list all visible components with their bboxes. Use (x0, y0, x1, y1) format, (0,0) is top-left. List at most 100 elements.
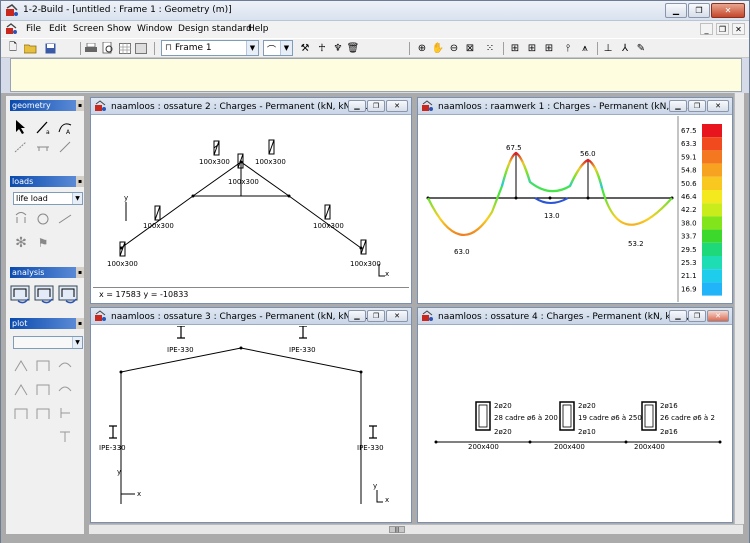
plot-stress-icon[interactable] (12, 404, 30, 422)
menu-edit[interactable]: Edit (49, 24, 66, 34)
snow-load-icon[interactable]: ✻ (12, 234, 30, 252)
moment-load-icon[interactable] (34, 210, 52, 228)
section-plot[interactable]: plot ▪ (10, 318, 84, 329)
figure2-tool-icon[interactable]: ♆ (331, 41, 345, 55)
rebar-bottom-label: 2ø16 (660, 428, 678, 436)
mdi-close-button[interactable]: ✕ (732, 23, 745, 35)
menu-show[interactable]: Show (107, 24, 131, 34)
menu-screen[interactable]: Screen (73, 24, 104, 34)
zoom-extents-icon[interactable]: ⊠ (463, 41, 477, 55)
member-tool-icon[interactable] (56, 138, 74, 156)
maximize-button[interactable]: ❐ (367, 310, 385, 322)
svg-text:a: a (46, 129, 50, 135)
result-canvas[interactable]: 67.5 56.0 13.0 63.0 53.2 67.5 63.3 59.1 54.… (420, 116, 732, 302)
table-icon[interactable] (118, 41, 132, 55)
menu-window[interactable]: Window (137, 24, 173, 34)
analysis-frame-icon[interactable] (10, 283, 32, 305)
frame-canvas-3[interactable]: IPE-330 IPE-330 IPE-330 IPE-330 y x y x (93, 326, 411, 522)
plot-shear-icon[interactable] (34, 380, 52, 398)
trash-icon[interactable]: 🗑 (346, 41, 360, 55)
node-tool-icon[interactable] (12, 138, 30, 156)
maximize-button[interactable]: ❐ (688, 100, 706, 112)
plot-section-icon[interactable] (56, 404, 74, 422)
mdi-restore-button[interactable]: ❐ (716, 23, 729, 35)
axis-y-label: y (124, 194, 128, 202)
pan-hand-icon[interactable]: ✋ (431, 41, 445, 55)
save-icon[interactable] (43, 41, 57, 55)
point-load-icon[interactable] (12, 210, 30, 228)
maximize-button[interactable]: ❐ (688, 3, 710, 18)
minimize-button[interactable]: ▁ (348, 310, 366, 322)
window-ossature-3[interactable]: naamloos : ossature 3 : Charges - Perman… (90, 307, 412, 523)
menu-design-standard[interactable]: Design standard (178, 24, 252, 34)
support-icon[interactable]: ⫯ (561, 41, 575, 55)
support-tool-icon[interactable] (34, 138, 52, 156)
view-select[interactable]: ⌒ ▼ (263, 40, 293, 56)
frame-view2-icon[interactable]: ⊞ (525, 41, 539, 55)
menu-help[interactable]: Help (248, 24, 269, 34)
close-button[interactable]: ✕ (707, 100, 729, 112)
axis3d-icon[interactable]: ⅄ (618, 41, 632, 55)
axis-icon[interactable]: ⊥ (601, 41, 615, 55)
minimize-button[interactable]: ▁ (669, 310, 687, 322)
frame-view-icon[interactable]: ⊞ (508, 41, 522, 55)
close-button[interactable]: ✕ (386, 310, 408, 322)
pencil-icon[interactable]: ✎ (634, 41, 648, 55)
section-canvas[interactable]: 2ø20 28 cadre ø6 à 200 2ø20 200x400 2ø20… (420, 326, 732, 522)
open-folder-icon[interactable] (23, 41, 37, 55)
plot-normal-icon[interactable] (12, 380, 30, 398)
snap-grid-icon[interactable]: ⁙ (483, 41, 497, 55)
plot-check-icon[interactable] (34, 404, 52, 422)
maximize-button[interactable]: ❐ (367, 100, 385, 112)
structure-tool-icon[interactable]: ⚒ (298, 41, 312, 55)
close-button[interactable]: ✕ (711, 3, 745, 18)
analysis-run-icon[interactable] (58, 283, 80, 305)
print-preview-icon[interactable] (101, 41, 115, 55)
print-icon[interactable] (84, 41, 98, 55)
plot-moment-icon[interactable] (56, 380, 74, 398)
horizontal-scrollbar[interactable]: ||| (89, 524, 743, 534)
zoom-in-icon[interactable]: ⊕ (415, 41, 429, 55)
plot-reaction-icon[interactable] (56, 356, 74, 374)
legend-swatch (702, 163, 722, 177)
vertical-scrollbar[interactable] (734, 93, 744, 524)
wind-load-icon[interactable]: ⚑ (34, 234, 52, 252)
draw-arc-icon[interactable]: A (56, 118, 74, 136)
plot-detail-icon[interactable] (56, 428, 74, 446)
rebar-bottom-label: 2ø10 (578, 428, 596, 436)
minimize-button[interactable]: ▁ (665, 3, 687, 18)
close-button[interactable]: ✕ (386, 100, 408, 112)
section-analysis[interactable]: analysis ▪ (10, 267, 84, 278)
frame-view3-icon[interactable]: ⊞ (542, 41, 556, 55)
mdi-minimize-button[interactable]: _ (700, 23, 713, 35)
color-support-icon[interactable]: ⩚ (578, 41, 592, 55)
distributed-load-icon[interactable] (56, 210, 74, 228)
frame-select[interactable]: ⊓ Frame 1 ▼ (161, 40, 259, 56)
minimize-button[interactable]: ▁ (348, 100, 366, 112)
draw-line-icon[interactable]: a (34, 118, 52, 136)
section-size-label: 200x400 (634, 443, 665, 451)
plot-displacement-icon[interactable] (12, 356, 30, 374)
frame-canvas[interactable]: 100x300 100x300 100x300 100x300 100x300 … (93, 116, 411, 286)
close-button[interactable]: ✕ (707, 310, 729, 322)
window-ossature-2[interactable]: naamloos : ossature 2 : Charges - Perman… (90, 97, 412, 304)
minimize-button[interactable]: ▁ (669, 100, 687, 112)
grid-icon[interactable] (134, 41, 148, 55)
zoom-out-icon[interactable]: ⊖ (447, 41, 461, 55)
window-ossature-4[interactable]: naamloos : ossature 4 : Charges - Perman… (417, 307, 733, 523)
plot-deformation-icon[interactable] (34, 356, 52, 374)
window-raamwerk-1[interactable]: naamloos : raamwerk 1 : Charges - Perman… (417, 97, 733, 304)
section-loads[interactable]: loads ▪ (10, 176, 84, 187)
load-case-select[interactable]: life load ▼ (13, 192, 83, 205)
new-file-icon[interactable]: 🗋 (6, 41, 20, 55)
menu-file[interactable]: File (26, 24, 41, 34)
section-geometry[interactable]: geometry ▪ (10, 100, 84, 111)
analysis-check-icon[interactable] (34, 283, 56, 305)
maximize-button[interactable]: ❐ (688, 310, 706, 322)
figure-tool-icon[interactable]: ☥ (315, 41, 329, 55)
plot-select[interactable]: ▼ (13, 336, 83, 349)
rebar-top-label: 2ø16 (660, 402, 678, 410)
select-arrow-icon[interactable] (12, 118, 30, 136)
scroll-thumb[interactable]: ||| (389, 526, 405, 533)
window-icon (422, 310, 433, 321)
